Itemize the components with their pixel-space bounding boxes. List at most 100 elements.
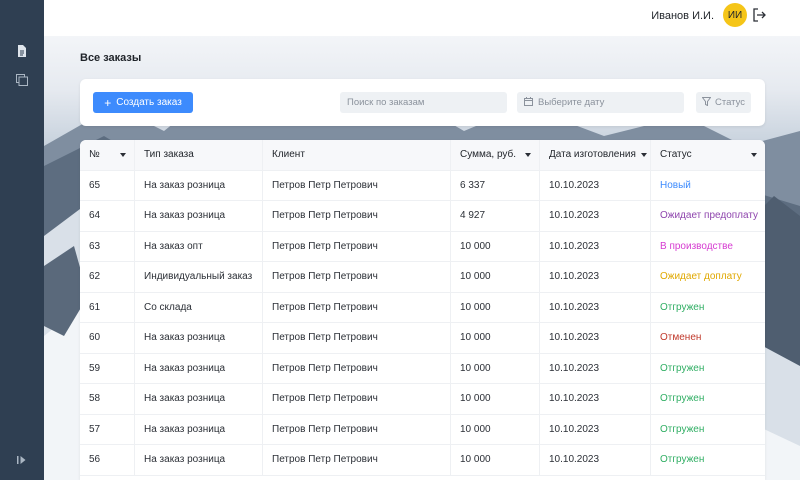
plus-icon: +: [104, 95, 112, 110]
order-type-cell: На заказ розница: [135, 414, 263, 444]
column-client: Клиент: [263, 140, 451, 170]
table-row[interactable]: 62 Индивидуальный заказ Петров Петр Петров…: [80, 262, 765, 293]
order-sum-cell: 10 000: [451, 414, 540, 444]
copy-icon[interactable]: [14, 72, 30, 88]
order-sum: 10 000: [460, 332, 491, 344]
order-status-cell: Отгружен: [651, 354, 765, 384]
production-date: 10.10.2023: [549, 454, 600, 466]
table-row[interactable]: 65 На заказ розница Петров Петр Петрович 6 …: [80, 170, 765, 201]
order-type: Со склада: [144, 301, 192, 313]
sort-caret-icon[interactable]: [525, 152, 531, 157]
order-number-cell: 58: [80, 384, 135, 414]
document-icon[interactable]: [14, 43, 30, 59]
order-sum: 4 927: [460, 210, 486, 222]
toolbar: + Создать заказ Выберите дату Статус: [80, 79, 765, 126]
avatar[interactable]: ИИ: [723, 3, 747, 27]
column-status[interactable]: Статус: [651, 140, 765, 170]
production-date-cell: 10.10.2023: [540, 414, 651, 444]
order-status: Отгружен: [660, 454, 705, 466]
filter-icon: [701, 96, 712, 109]
order-number: 61: [89, 301, 101, 313]
sort-caret-icon[interactable]: [120, 152, 126, 157]
order-type-cell: На заказ розница: [135, 384, 263, 414]
order-number: 57: [89, 423, 101, 435]
table-row[interactable]: 58 На заказ розница Петров Петр Петрович 10…: [80, 384, 765, 415]
order-number-cell: 59: [80, 353, 135, 383]
order-number: 58: [89, 393, 101, 405]
order-sum: 10 000: [460, 240, 491, 252]
column-date[interactable]: Дата изготовления: [540, 140, 651, 170]
client-name: Петров Петр Петрович: [272, 179, 378, 191]
sort-caret-icon[interactable]: [640, 152, 647, 157]
order-status: Отгружен: [660, 423, 705, 435]
production-date: 10.10.2023: [549, 423, 600, 435]
sort-caret-icon[interactable]: [751, 152, 757, 157]
client-name: Петров Петр Петрович: [272, 240, 378, 252]
order-sum: 10 000: [460, 362, 491, 374]
client-name: Петров Петр Петрович: [272, 362, 378, 374]
table-row[interactable]: 60 На заказ розница Петров Петр Петрович 10…: [80, 323, 765, 354]
expand-sidebar-icon[interactable]: [14, 452, 30, 468]
client-name-cell: Петров Петр Петрович: [263, 353, 451, 383]
order-number-cell: 56: [80, 445, 135, 475]
client-name: Петров Петр Петрович: [272, 332, 378, 344]
column-order-type: Тип заказа: [135, 140, 263, 170]
order-type-cell: Индивидуальный заказ: [135, 262, 263, 292]
client-name-cell: Петров Петр Петрович: [263, 292, 451, 322]
order-status: В производстве: [660, 240, 733, 252]
table-row[interactable]: 64 На заказ розница Петров Петр Петрович 4 …: [80, 201, 765, 232]
order-status: Отгружен: [660, 393, 705, 405]
client-name: Петров Петр Петрович: [272, 423, 378, 435]
production-date-cell: 10.10.2023: [540, 323, 651, 353]
table-row[interactable]: 59 На заказ розница Петров Петр Петрович 10…: [80, 353, 765, 384]
order-type: На заказ розница: [144, 454, 226, 466]
order-number: 59: [89, 362, 101, 374]
logout-icon[interactable]: [752, 8, 766, 22]
order-sum-cell: 10 000: [451, 384, 540, 414]
production-date-cell: 10.10.2023: [540, 201, 651, 231]
production-date-cell: 10.10.2023: [540, 292, 651, 322]
production-date: 10.10.2023: [549, 332, 600, 344]
order-status: Отгружен: [660, 362, 705, 374]
order-status-cell: Отгружен: [651, 293, 765, 323]
production-date-cell: 10.10.2023: [540, 231, 651, 261]
client-name-cell: Петров Петр Петрович: [263, 201, 451, 231]
order-number: 64: [89, 210, 101, 222]
production-date-cell: 10.10.2023: [540, 262, 651, 292]
table-row[interactable]: 63 На заказ опт Петров Петр Петрович 10 000…: [80, 231, 765, 262]
order-type: На заказ розница: [144, 423, 226, 435]
order-number-cell: 60: [80, 323, 135, 353]
sidebar: [0, 0, 44, 480]
search-input[interactable]: [340, 92, 507, 113]
column-number[interactable]: №: [80, 140, 135, 170]
date-picker[interactable]: Выберите дату: [517, 92, 684, 113]
order-number-cell: 61: [80, 292, 135, 322]
order-type-cell: Со склада: [135, 292, 263, 322]
create-order-button[interactable]: + Создать заказ: [93, 92, 193, 113]
order-status-cell: Отменен: [651, 323, 765, 353]
order-number: 56: [89, 454, 101, 466]
order-type: На заказ розница: [144, 210, 226, 222]
table-row[interactable]: 61 Со склада Петров Петр Петрович 10 000 10.…: [80, 292, 765, 323]
client-name-cell: Петров Петр Петрович: [263, 231, 451, 261]
order-sum-cell: 10 000: [451, 353, 540, 383]
order-type: На заказ розница: [144, 332, 226, 344]
order-number-cell: 64: [80, 201, 135, 231]
order-status: Отгружен: [660, 301, 705, 313]
client-name: Петров Петр Петрович: [272, 271, 378, 283]
table-row[interactable]: 56 На заказ розница Петров Петр Петрович 10…: [80, 445, 765, 476]
order-sum: 10 000: [460, 301, 491, 313]
order-number: 65: [89, 179, 101, 191]
order-sum: 10 000: [460, 423, 491, 435]
client-name-cell: Петров Петр Петрович: [263, 445, 451, 475]
production-date-cell: 10.10.2023: [540, 353, 651, 383]
column-sum[interactable]: Сумма, руб.: [451, 140, 540, 170]
order-sum-cell: 10 000: [451, 262, 540, 292]
table-row[interactable]: 57 На заказ розница Петров Петр Петрович 10…: [80, 414, 765, 445]
status-filter-button[interactable]: Статус: [696, 92, 751, 113]
production-date: 10.10.2023: [549, 179, 600, 191]
order-sum: 6 337: [460, 179, 486, 191]
order-number-cell: 63: [80, 231, 135, 261]
order-type-cell: На заказ розница: [135, 445, 263, 475]
client-name: Петров Петр Петрович: [272, 393, 378, 405]
